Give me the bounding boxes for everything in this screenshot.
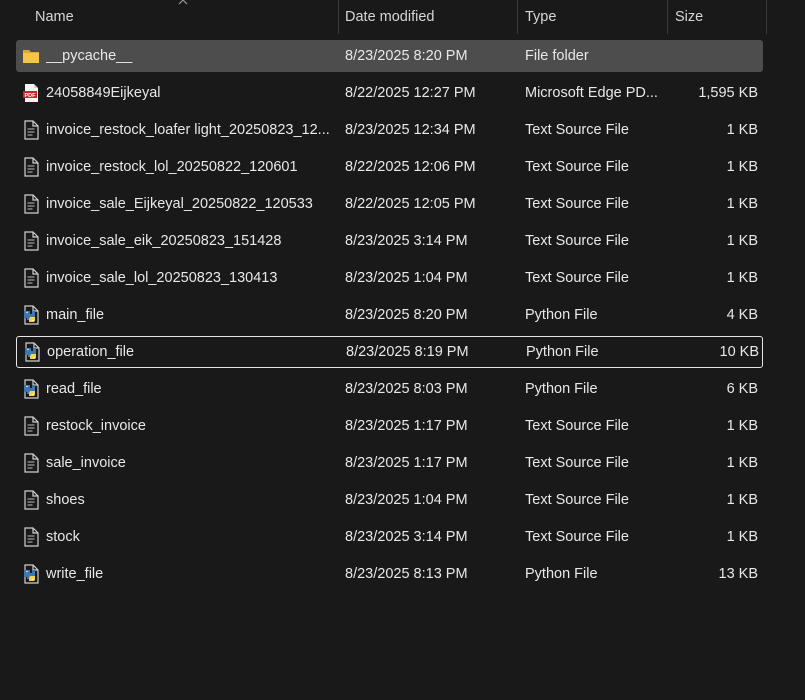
file-date-modified: 8/22/2025 12:06 PM xyxy=(345,159,476,175)
column-header-name[interactable]: Name xyxy=(22,0,338,34)
file-type: Text Source File xyxy=(525,529,629,545)
file-date-modified: 8/23/2025 8:03 PM xyxy=(345,381,468,397)
file-name: invoice_sale_Eijkeyal_20250822_120533 xyxy=(46,196,313,212)
file-name: 24058849Eijkeyal xyxy=(46,85,161,101)
file-type: Text Source File xyxy=(525,122,629,138)
file-row[interactable]: invoice_sale_eik_20250823_151428 8/23/202… xyxy=(16,225,763,257)
file-date-modified: 8/23/2025 12:34 PM xyxy=(345,122,476,138)
file-size: 1 KB xyxy=(726,455,758,471)
file-size: 1 KB xyxy=(726,492,758,508)
text-file-icon xyxy=(22,157,40,177)
file-row[interactable]: invoice_sale_lol_20250823_130413 8/23/202… xyxy=(16,262,763,294)
file-row[interactable]: shoes 8/23/2025 1:04 PM Text Source File 1 … xyxy=(16,484,763,516)
text-file-icon xyxy=(22,231,40,251)
file-name: __pycache__ xyxy=(46,48,133,64)
file-name: read_file xyxy=(46,381,102,397)
column-header-bar: Name Date modified Type Size xyxy=(0,0,805,34)
file-row[interactable]: restock_invoice 8/23/2025 1:17 PM Text Sou… xyxy=(16,410,763,442)
file-name: write_file xyxy=(46,566,104,582)
file-type: Text Source File xyxy=(525,492,629,508)
file-size: 6 KB xyxy=(726,381,758,397)
file-explorer-details-view: Name Date modified Type Size __pycache__… xyxy=(0,0,805,700)
column-header-date-modified[interactable]: Date modified xyxy=(338,0,518,34)
file-name: shoes xyxy=(46,492,85,508)
column-divider[interactable] xyxy=(766,0,767,34)
file-type: Text Source File xyxy=(525,196,629,212)
file-type: Python File xyxy=(526,344,599,360)
file-name: stock xyxy=(46,529,80,545)
file-type: Python File xyxy=(525,566,598,582)
file-type: Text Source File xyxy=(525,455,629,471)
file-type: Text Source File xyxy=(525,270,629,286)
text-file-icon xyxy=(22,268,40,288)
file-size: 4 KB xyxy=(726,307,758,323)
file-name: invoice_restock_loafer light_20250823_12… xyxy=(46,122,330,138)
text-file-icon xyxy=(22,416,40,436)
file-type: File folder xyxy=(525,48,589,64)
column-header-size[interactable]: Size xyxy=(668,0,766,34)
file-date-modified: 8/23/2025 1:17 PM xyxy=(345,455,468,471)
file-size: 1 KB xyxy=(726,122,758,138)
file-row[interactable]: main_file 8/23/2025 8:20 PM Python File 4 K… xyxy=(16,299,763,331)
file-type: Text Source File xyxy=(525,159,629,175)
svg-text:PDF: PDF xyxy=(25,93,37,99)
text-file-icon xyxy=(22,120,40,140)
python-file-icon xyxy=(22,379,40,399)
file-name: restock_invoice xyxy=(46,418,146,434)
file-size xyxy=(668,40,758,72)
file-date-modified: 8/23/2025 3:14 PM xyxy=(345,529,468,545)
file-name: operation_file xyxy=(47,344,135,360)
file-date-modified: 8/23/2025 3:14 PM xyxy=(345,233,468,249)
column-header-type[interactable]: Type xyxy=(518,0,668,34)
file-row[interactable]: read_file 8/23/2025 8:03 PM Python File 6 K… xyxy=(16,373,763,405)
file-date-modified: 8/23/2025 8:19 PM xyxy=(346,344,469,360)
pdf-icon: PDF xyxy=(22,83,40,103)
file-size: 10 KB xyxy=(719,344,760,360)
file-date-modified: 8/23/2025 8:20 PM xyxy=(345,48,468,64)
file-row[interactable]: __pycache__ 8/23/2025 8:20 PM File folder xyxy=(16,40,763,72)
file-name: sale_invoice xyxy=(46,455,126,471)
file-size: 1 KB xyxy=(726,233,758,249)
file-row[interactable]: operation_file 8/23/2025 8:19 PM Python Fi… xyxy=(16,336,763,368)
file-name: invoice_restock_lol_20250822_120601 xyxy=(46,159,298,175)
file-date-modified: 8/23/2025 8:13 PM xyxy=(345,566,468,582)
file-row[interactable]: sale_invoice 8/23/2025 1:17 PM Text Source… xyxy=(16,447,763,479)
file-date-modified: 8/23/2025 1:04 PM xyxy=(345,270,468,286)
file-type: Microsoft Edge PD... xyxy=(525,85,658,101)
python-file-icon xyxy=(23,342,41,362)
file-date-modified: 8/23/2025 1:04 PM xyxy=(345,492,468,508)
file-row[interactable]: invoice_restock_loafer light_20250823_12… xyxy=(16,114,763,146)
file-size: 1 KB xyxy=(726,159,758,175)
file-date-modified: 8/23/2025 1:17 PM xyxy=(345,418,468,434)
file-name: main_file xyxy=(46,307,105,323)
file-size: 1,595 KB xyxy=(698,85,758,101)
file-type: Text Source File xyxy=(525,418,629,434)
file-type: Text Source File xyxy=(525,233,629,249)
file-size: 1 KB xyxy=(726,196,758,212)
file-size: 1 KB xyxy=(726,418,758,434)
file-type: Python File xyxy=(525,381,598,397)
file-row[interactable]: invoice_sale_Eijkeyal_20250822_120533 8/2… xyxy=(16,188,763,220)
file-size: 1 KB xyxy=(726,270,758,286)
file-date-modified: 8/22/2025 12:05 PM xyxy=(345,196,476,212)
file-row[interactable]: invoice_restock_lol_20250822_120601 8/22/… xyxy=(16,151,763,183)
file-date-modified: 8/22/2025 12:27 PM xyxy=(345,85,476,101)
text-file-icon xyxy=(22,453,40,473)
file-row[interactable]: write_file 8/23/2025 8:13 PM Python File 13… xyxy=(16,558,763,590)
file-date-modified: 8/23/2025 8:20 PM xyxy=(345,307,468,323)
folder-icon xyxy=(22,46,40,66)
file-size: 1 KB xyxy=(726,529,758,545)
file-name: invoice_sale_eik_20250823_151428 xyxy=(46,233,282,249)
file-name: invoice_sale_lol_20250823_130413 xyxy=(46,270,278,286)
python-file-icon xyxy=(22,564,40,584)
text-file-icon xyxy=(22,527,40,547)
file-row[interactable]: stock 8/23/2025 3:14 PM Text Source File 1 … xyxy=(16,521,763,553)
text-file-icon xyxy=(22,194,40,214)
file-size: 13 KB xyxy=(718,566,759,582)
text-file-icon xyxy=(22,490,40,510)
file-type: Python File xyxy=(525,307,598,323)
python-file-icon xyxy=(22,305,40,325)
file-row[interactable]: PDF 24058849Eijkeyal 8/22/2025 12:27 PM Mic… xyxy=(16,77,763,109)
